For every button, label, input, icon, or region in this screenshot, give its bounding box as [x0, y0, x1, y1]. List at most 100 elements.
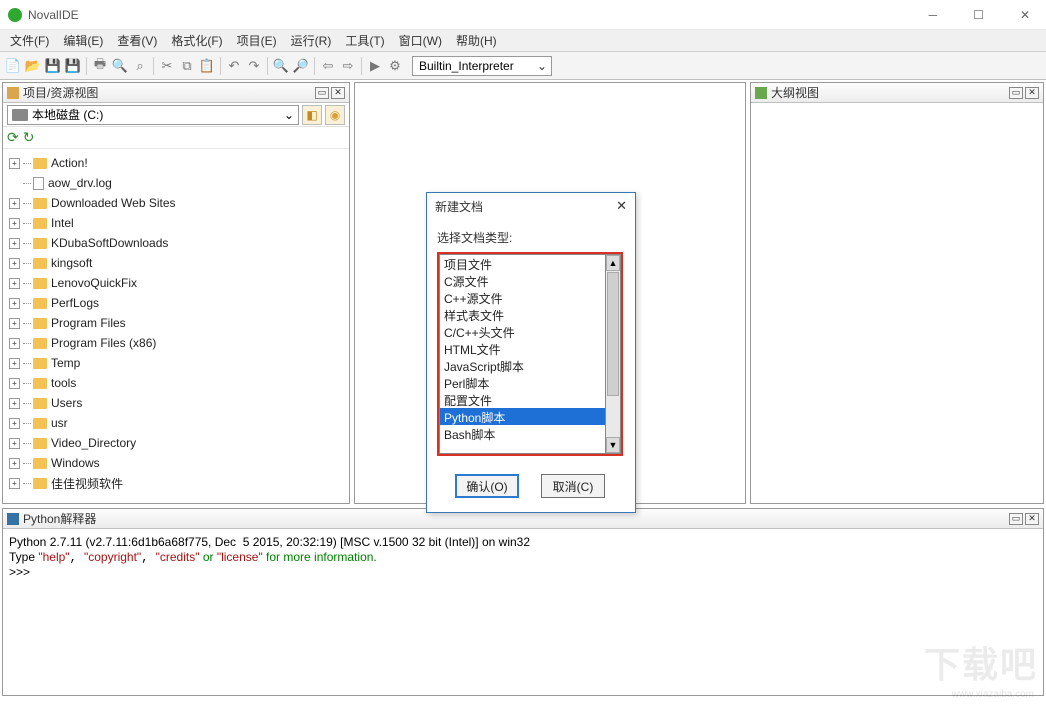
document-type-list[interactable]: 项目文件C源文件C++源文件样式表文件C/C++头文件HTML文件JavaScr…	[439, 254, 605, 454]
save-all-icon[interactable]: 💾	[64, 57, 82, 75]
expand-toggle[interactable]: +	[9, 418, 20, 429]
gear-icon[interactable]: ⚙	[386, 57, 404, 75]
zoom-out-icon[interactable]: 🔎	[292, 57, 310, 75]
drive-action1-button[interactable]: ◧	[302, 105, 322, 125]
menu-item[interactable]: 窗口(W)	[393, 30, 448, 51]
expand-toggle[interactable]: +	[9, 338, 20, 349]
back-icon[interactable]: ⇦	[319, 57, 337, 75]
list-item[interactable]: C源文件	[440, 272, 605, 289]
console-output[interactable]: Python 2.7.11 (v2.7.11:6d1b6a68f775, Dec…	[3, 529, 1043, 695]
cancel-button[interactable]: 取消(C)	[541, 474, 605, 498]
redo-icon[interactable]: ↷	[245, 57, 263, 75]
list-item[interactable]: 项目文件	[440, 255, 605, 272]
find-icon[interactable]: ⌕	[131, 57, 149, 75]
scroll-up-button[interactable]: ▲	[606, 255, 620, 271]
run-icon[interactable]: ▶	[366, 57, 384, 75]
list-item[interactable]: C++源文件	[440, 289, 605, 306]
expand-toggle[interactable]: +	[9, 458, 20, 469]
close-button[interactable]: ✕	[1012, 4, 1038, 26]
tree-item[interactable]: +tools	[5, 373, 347, 393]
tree-item[interactable]: +Action!	[5, 153, 347, 173]
interpreter-select[interactable]: Builtin_Interpreter	[412, 56, 552, 76]
list-item[interactable]: 配置文件	[440, 391, 605, 408]
panel-close-button[interactable]: ✕	[1025, 87, 1039, 99]
expand-toggle[interactable]: +	[9, 318, 20, 329]
menu-item[interactable]: 项目(E)	[231, 30, 283, 51]
expand-toggle[interactable]: +	[9, 438, 20, 449]
tree-item[interactable]: +kingsoft	[5, 253, 347, 273]
list-item[interactable]: JavaScript脚本	[440, 357, 605, 374]
menu-item[interactable]: 运行(R)	[285, 30, 338, 51]
panel-min-button[interactable]: ▭	[1009, 87, 1023, 99]
paste-icon[interactable]: 📋	[198, 57, 216, 75]
expand-toggle[interactable]: +	[9, 358, 20, 369]
scroll-down-button[interactable]: ▼	[606, 437, 620, 453]
scroll-thumb[interactable]	[607, 272, 619, 396]
menu-item[interactable]: 编辑(E)	[57, 30, 109, 51]
tree-item[interactable]: +Downloaded Web Sites	[5, 193, 347, 213]
drive-select[interactable]: 本地磁盘 (C:)	[7, 105, 299, 125]
expand-toggle[interactable]: +	[9, 378, 20, 389]
list-item[interactable]: C/C++头文件	[440, 323, 605, 340]
tree-item[interactable]: +Temp	[5, 353, 347, 373]
file-tree[interactable]: +Action!aow_drv.log+Downloaded Web Sites…	[3, 149, 349, 503]
tree-item-label: PerfLogs	[51, 296, 99, 310]
tree-item[interactable]: +Intel	[5, 213, 347, 233]
menu-item[interactable]: 格式化(F)	[165, 30, 228, 51]
tree-item-label: Program Files	[51, 316, 126, 330]
nav-home-icon[interactable]: ⟳	[7, 129, 19, 146]
tree-item[interactable]: +Windows	[5, 453, 347, 473]
expand-toggle[interactable]: +	[9, 198, 20, 209]
panel-close-button[interactable]: ✕	[1025, 513, 1039, 525]
drive-action2-button[interactable]: ◉	[325, 105, 345, 125]
open-icon[interactable]: 📂	[24, 57, 42, 75]
menu-item[interactable]: 工具(T)	[339, 30, 390, 51]
menu-item[interactable]: 查看(V)	[111, 30, 163, 51]
nav-refresh-icon[interactable]: ↻	[23, 129, 35, 146]
tree-item[interactable]: +Video_Directory	[5, 433, 347, 453]
tree-item[interactable]: +Program Files (x86)	[5, 333, 347, 353]
tree-item[interactable]: +LenovoQuickFix	[5, 273, 347, 293]
maximize-button[interactable]: ☐	[965, 4, 992, 26]
tree-item[interactable]: + PerfLogs	[5, 293, 347, 313]
panel-close-button[interactable]: ✕	[331, 87, 345, 99]
list-item[interactable]: 样式表文件	[440, 306, 605, 323]
outline-panel: 大纲视图 ▭ ✕	[750, 82, 1044, 504]
list-item[interactable]: Python脚本	[440, 408, 605, 425]
expand-toggle[interactable]: +	[9, 158, 20, 169]
new-file-icon[interactable]: 📄	[4, 57, 22, 75]
save-icon[interactable]: 💾	[44, 57, 62, 75]
tree-item[interactable]: +佳佳视频软件	[5, 473, 347, 493]
expand-toggle[interactable]: +	[9, 398, 20, 409]
list-item[interactable]: Bash脚本	[440, 425, 605, 442]
tree-item[interactable]: aow_drv.log	[5, 173, 347, 193]
new-document-dialog: 新建文档 ✕ 选择文档类型: 项目文件C源文件C++源文件样式表文件C/C++头…	[426, 192, 636, 513]
expand-toggle[interactable]: +	[9, 298, 20, 309]
tree-item[interactable]: + Program Files	[5, 313, 347, 333]
undo-icon[interactable]: ↶	[225, 57, 243, 75]
tree-item[interactable]: +usr	[5, 413, 347, 433]
expand-toggle[interactable]: +	[9, 258, 20, 269]
search-icon[interactable]: 🔍	[111, 57, 129, 75]
zoom-in-icon[interactable]: 🔍	[272, 57, 290, 75]
expand-toggle[interactable]: +	[9, 218, 20, 229]
menu-item[interactable]: 文件(F)	[4, 30, 55, 51]
dialog-close-button[interactable]: ✕	[616, 198, 627, 214]
copy-icon[interactable]: ⧉	[178, 57, 196, 75]
minimize-button[interactable]: ─	[921, 4, 946, 26]
tree-item[interactable]: +KDubaSoftDownloads	[5, 233, 347, 253]
expand-toggle[interactable]: +	[9, 278, 20, 289]
forward-icon[interactable]: ⇨	[339, 57, 357, 75]
tree-item[interactable]: +Users	[5, 393, 347, 413]
panel-min-button[interactable]: ▭	[315, 87, 329, 99]
list-item[interactable]: Perl脚本	[440, 374, 605, 391]
print-icon[interactable]: 🖶	[91, 57, 109, 75]
list-scrollbar[interactable]: ▲ ▼	[605, 254, 621, 454]
expand-toggle[interactable]: +	[9, 238, 20, 249]
expand-toggle[interactable]: +	[9, 478, 20, 489]
menu-item[interactable]: 帮助(H)	[450, 30, 503, 51]
ok-button[interactable]: 确认(O)	[455, 474, 519, 498]
panel-min-button[interactable]: ▭	[1009, 513, 1023, 525]
cut-icon[interactable]: ✂	[158, 57, 176, 75]
list-item[interactable]: HTML文件	[440, 340, 605, 357]
